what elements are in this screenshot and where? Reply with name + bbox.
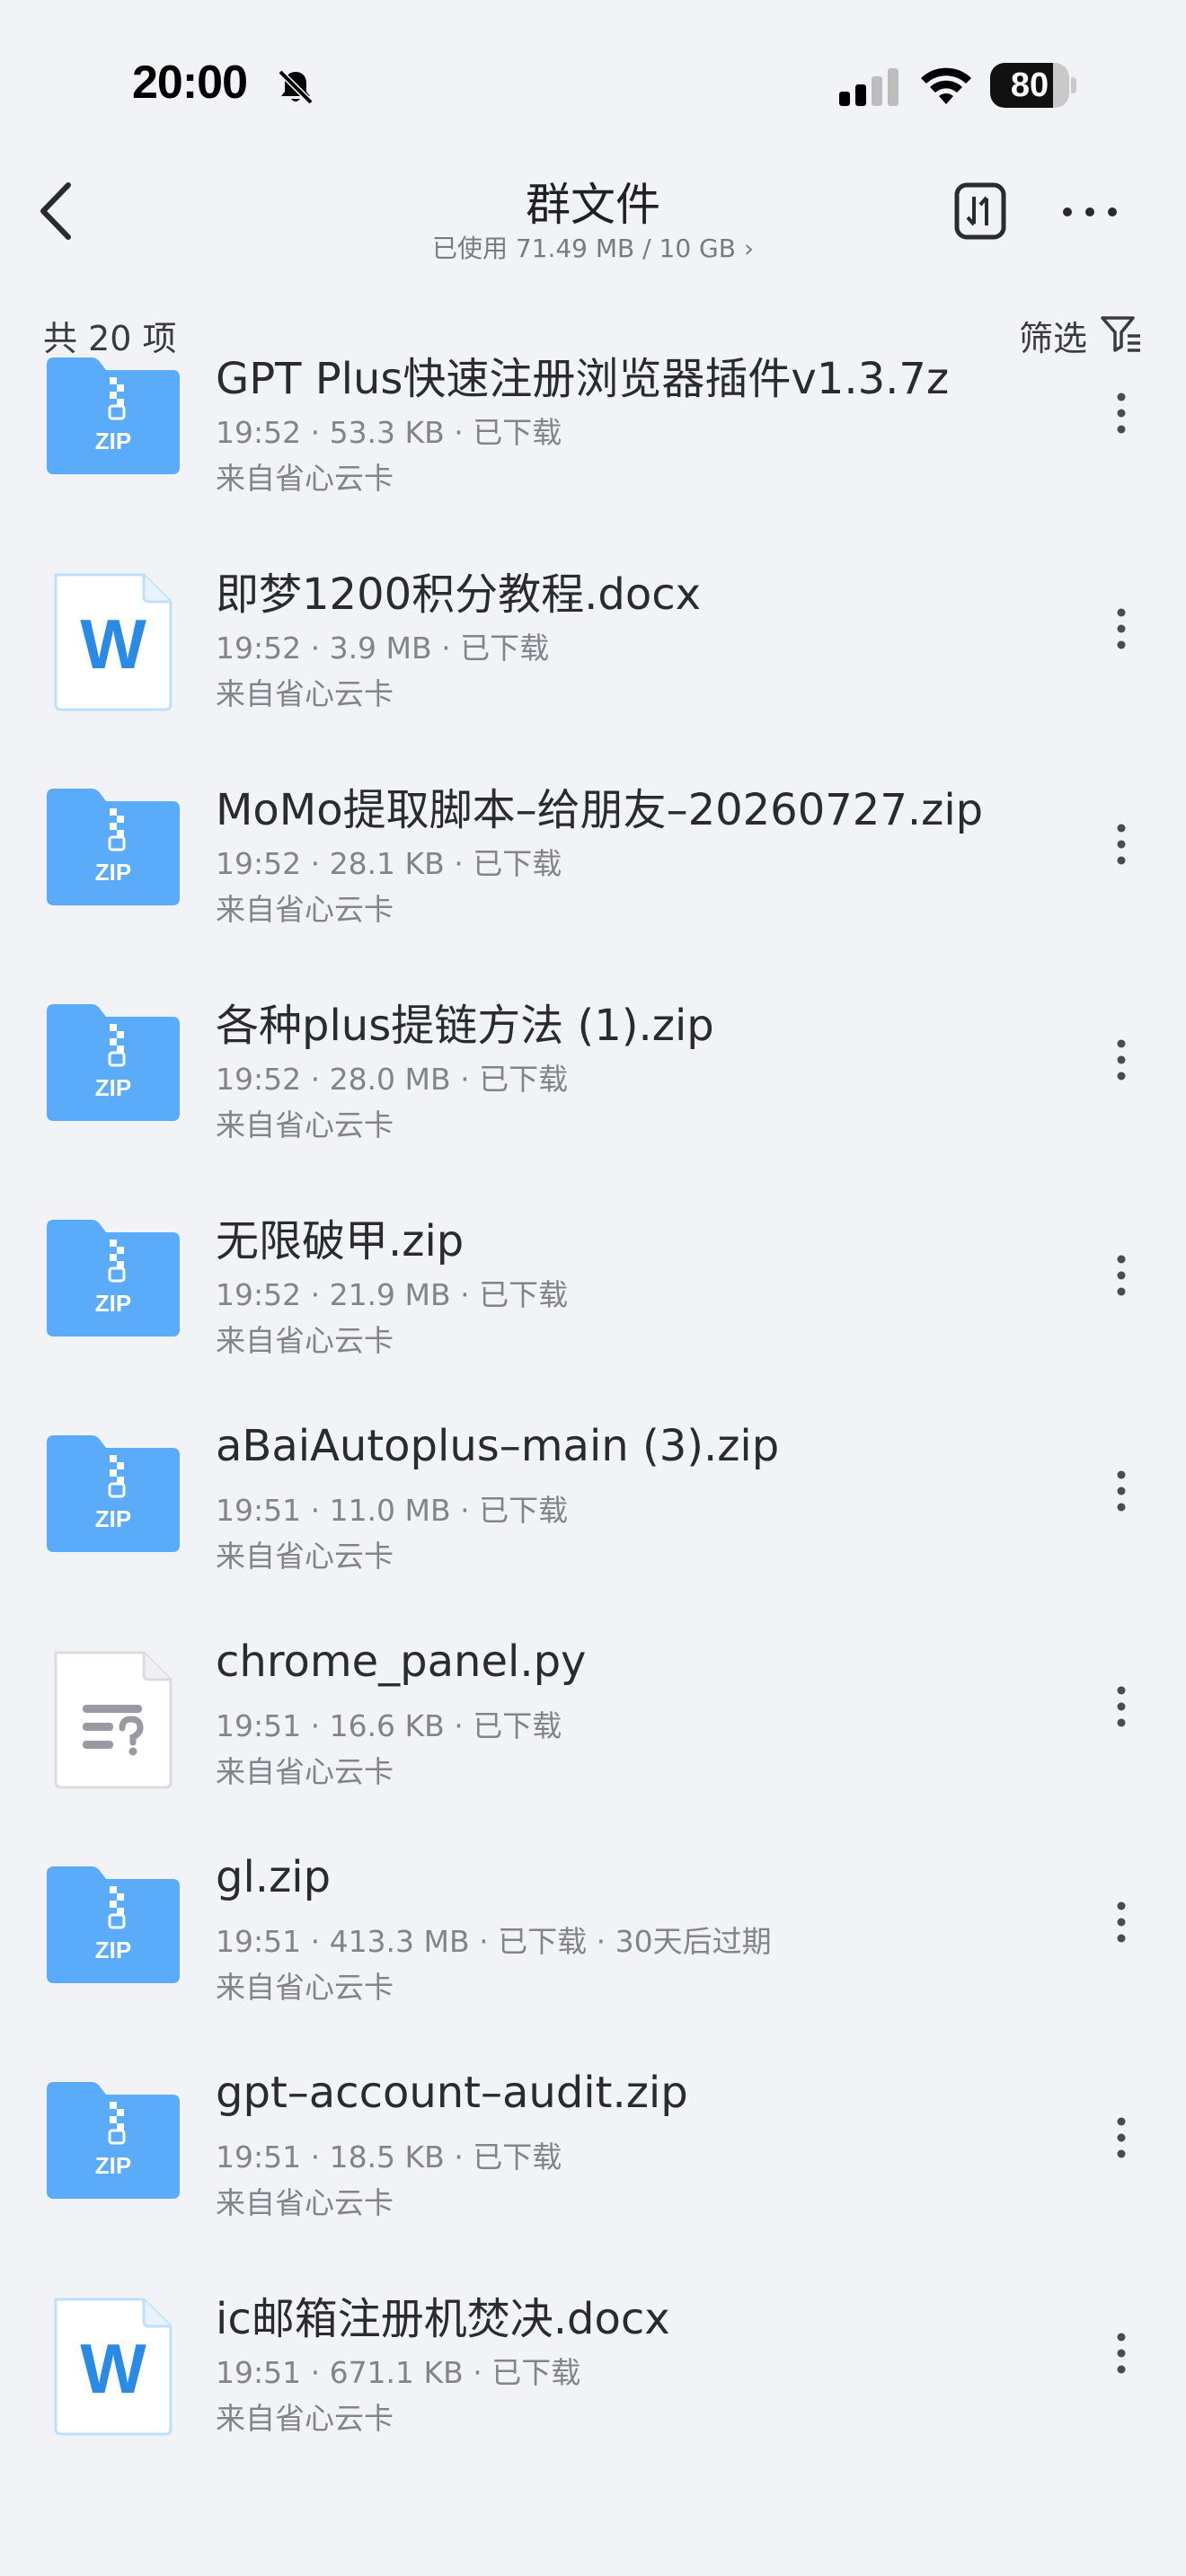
zip-label: ZIP <box>95 1074 131 1101</box>
file-source: 来自省心云卡 <box>216 1754 394 1789</box>
zip-label: ZIP <box>95 1505 131 1532</box>
file-row[interactable]: ZIP aBaiAutoplus–main (3).zip 19:51 · 11.0… <box>0 1421 1186 1653</box>
file-meta: 19:51 · 11.0 MB · 已下载 <box>216 1493 569 1528</box>
file-source: 来自省心云卡 <box>216 1323 394 1358</box>
file-row[interactable]: ZIP GPT Plus快速注册浏览器插件v1.3.7z 19:52 · 53.3 … <box>0 354 1186 575</box>
file-source: 来自省心云卡 <box>216 676 394 711</box>
zip-label: ZIP <box>95 428 131 454</box>
file-source: 来自省心云卡 <box>216 1539 394 1574</box>
file-source: 来自省心云卡 <box>216 2401 394 2436</box>
mute-bell-icon <box>278 69 314 105</box>
filter-icon[interactable] <box>1100 314 1143 354</box>
zip-file-icon: ZIP <box>41 1204 185 1347</box>
more-options-icon[interactable] <box>1060 196 1120 228</box>
word-label: W <box>80 604 146 684</box>
page-title: 群文件 <box>526 179 660 231</box>
file-source: 来自省心云卡 <box>216 1970 394 2005</box>
zip-label: ZIP <box>95 1290 131 1317</box>
file-more-icon[interactable] <box>1109 2111 1134 2165</box>
status-time: 20:00 <box>132 57 248 109</box>
file-meta: 19:51 · 671.1 KB · 已下载 <box>216 2355 581 2390</box>
zip-label: ZIP <box>95 859 131 886</box>
file-name: MoMo提取脚本–给朋友–20260727.zip <box>216 785 984 835</box>
sort-icon[interactable] <box>954 182 1006 240</box>
file-name: 无限破甲.zip <box>216 1216 465 1266</box>
file-more-icon[interactable] <box>1109 1680 1134 1734</box>
cellular-signal-icon <box>839 68 898 106</box>
file-meta: 19:52 · 3.9 MB · 已下载 <box>216 631 550 666</box>
word-label: W <box>80 2329 146 2408</box>
zip-label: ZIP <box>95 2152 131 2179</box>
file-name: 即梦1200积分教程.docx <box>216 569 702 620</box>
file-meta: 19:52 · 28.0 MB · 已下载 <box>216 1062 569 1097</box>
file-name: ic邮箱注册机焚决.docx <box>216 2294 670 2344</box>
file-more-icon[interactable] <box>1109 1895 1134 1949</box>
zip-file-icon: ZIP <box>41 1850 185 1994</box>
file-meta: 19:52 · 53.3 KB · 已下载 <box>216 415 562 450</box>
file-row[interactable]: ZIP gl.zip 19:51 · 413.3 MB · 已下载 · 30天后过期… <box>0 1852 1186 2084</box>
file-name: aBaiAutoplus–main (3).zip <box>216 1421 780 1471</box>
word-doc-icon: W <box>41 569 185 713</box>
file-name: gl.zip <box>216 1852 332 1902</box>
file-row[interactable]: ZIP 各种plus提链方法 (1).zip 19:52 · 28.0 MB · 已… <box>0 1001 1186 1222</box>
file-meta: 19:52 · 21.9 MB · 已下载 <box>216 1277 569 1312</box>
file-row[interactable]: chrome_panel.py 19:51 · 16.6 KB · 已下载 来自省心… <box>0 1636 1186 1868</box>
file-source: 来自省心云卡 <box>216 2185 394 2220</box>
battery-indicator: 80 <box>990 63 1078 108</box>
wifi-icon <box>921 67 971 104</box>
file-more-icon[interactable] <box>1109 817 1134 871</box>
file-more-icon[interactable] <box>1109 1464 1134 1518</box>
file-meta: 19:51 · 413.3 MB · 已下载 · 30天后过期 <box>216 1924 772 1959</box>
file-source: 来自省心云卡 <box>216 892 394 927</box>
file-more-icon[interactable] <box>1109 2326 1134 2380</box>
word-doc-icon: W <box>41 2294 185 2438</box>
file-row[interactable]: ZIP gpt–account–audit.zip 19:51 · 18.5 KB … <box>0 2068 1186 2299</box>
zip-file-icon: ZIP <box>41 2066 185 2210</box>
file-row[interactable]: ZIP 无限破甲.zip 19:52 · 21.9 MB · 已下载 来自省心云卡 <box>0 1216 1186 1437</box>
file-source: 来自省心云卡 <box>216 1107 394 1142</box>
file-row[interactable]: Wic邮箱注册机焚决.docx 19:51 · 671.1 KB · 已下载 来自省… <box>0 2294 1186 2515</box>
file-row[interactable]: W 即梦1200积分教程.docx 19:52 · 3.9 MB · 已下载 来自省心… <box>0 569 1186 790</box>
battery-percent: 80 <box>1010 66 1049 104</box>
file-name: 各种plus提链方法 (1).zip <box>216 1001 714 1051</box>
storage-usage-link[interactable]: 已使用 71.49 MB / 10 GB › <box>0 229 1186 265</box>
zip-file-icon: ZIP <box>41 772 185 916</box>
file-name: gpt–account–audit.zip <box>216 2068 688 2118</box>
unknown-file-icon <box>41 1647 185 1791</box>
file-more-icon[interactable] <box>1109 602 1134 656</box>
file-meta: 19:51 · 18.5 KB · 已下载 <box>216 2139 562 2175</box>
zip-label: ZIP <box>95 1936 131 1963</box>
file-row[interactable]: ZIP MoMo提取脚本–给朋友–20260727.zip 19:52 · 28.1… <box>0 785 1186 1006</box>
file-more-icon[interactable] <box>1109 1033 1134 1087</box>
status-bar: 20:00 80 <box>0 0 1186 171</box>
file-meta: 19:52 · 28.1 KB · 已下载 <box>216 846 562 881</box>
file-name: chrome_panel.py <box>216 1636 587 1687</box>
zip-file-icon: ZIP <box>41 988 185 1132</box>
file-name: GPT Plus快速注册浏览器插件v1.3.7z <box>216 354 950 404</box>
file-meta: 19:51 · 16.6 KB · 已下载 <box>216 1708 562 1743</box>
filter-button[interactable]: 筛选 <box>1019 311 1087 360</box>
zip-file-icon: ZIP <box>41 341 185 485</box>
file-source: 来自省心云卡 <box>216 461 394 496</box>
file-more-icon[interactable] <box>1109 386 1134 440</box>
zip-file-icon: ZIP <box>41 1419 185 1563</box>
file-more-icon[interactable] <box>1109 1248 1134 1302</box>
